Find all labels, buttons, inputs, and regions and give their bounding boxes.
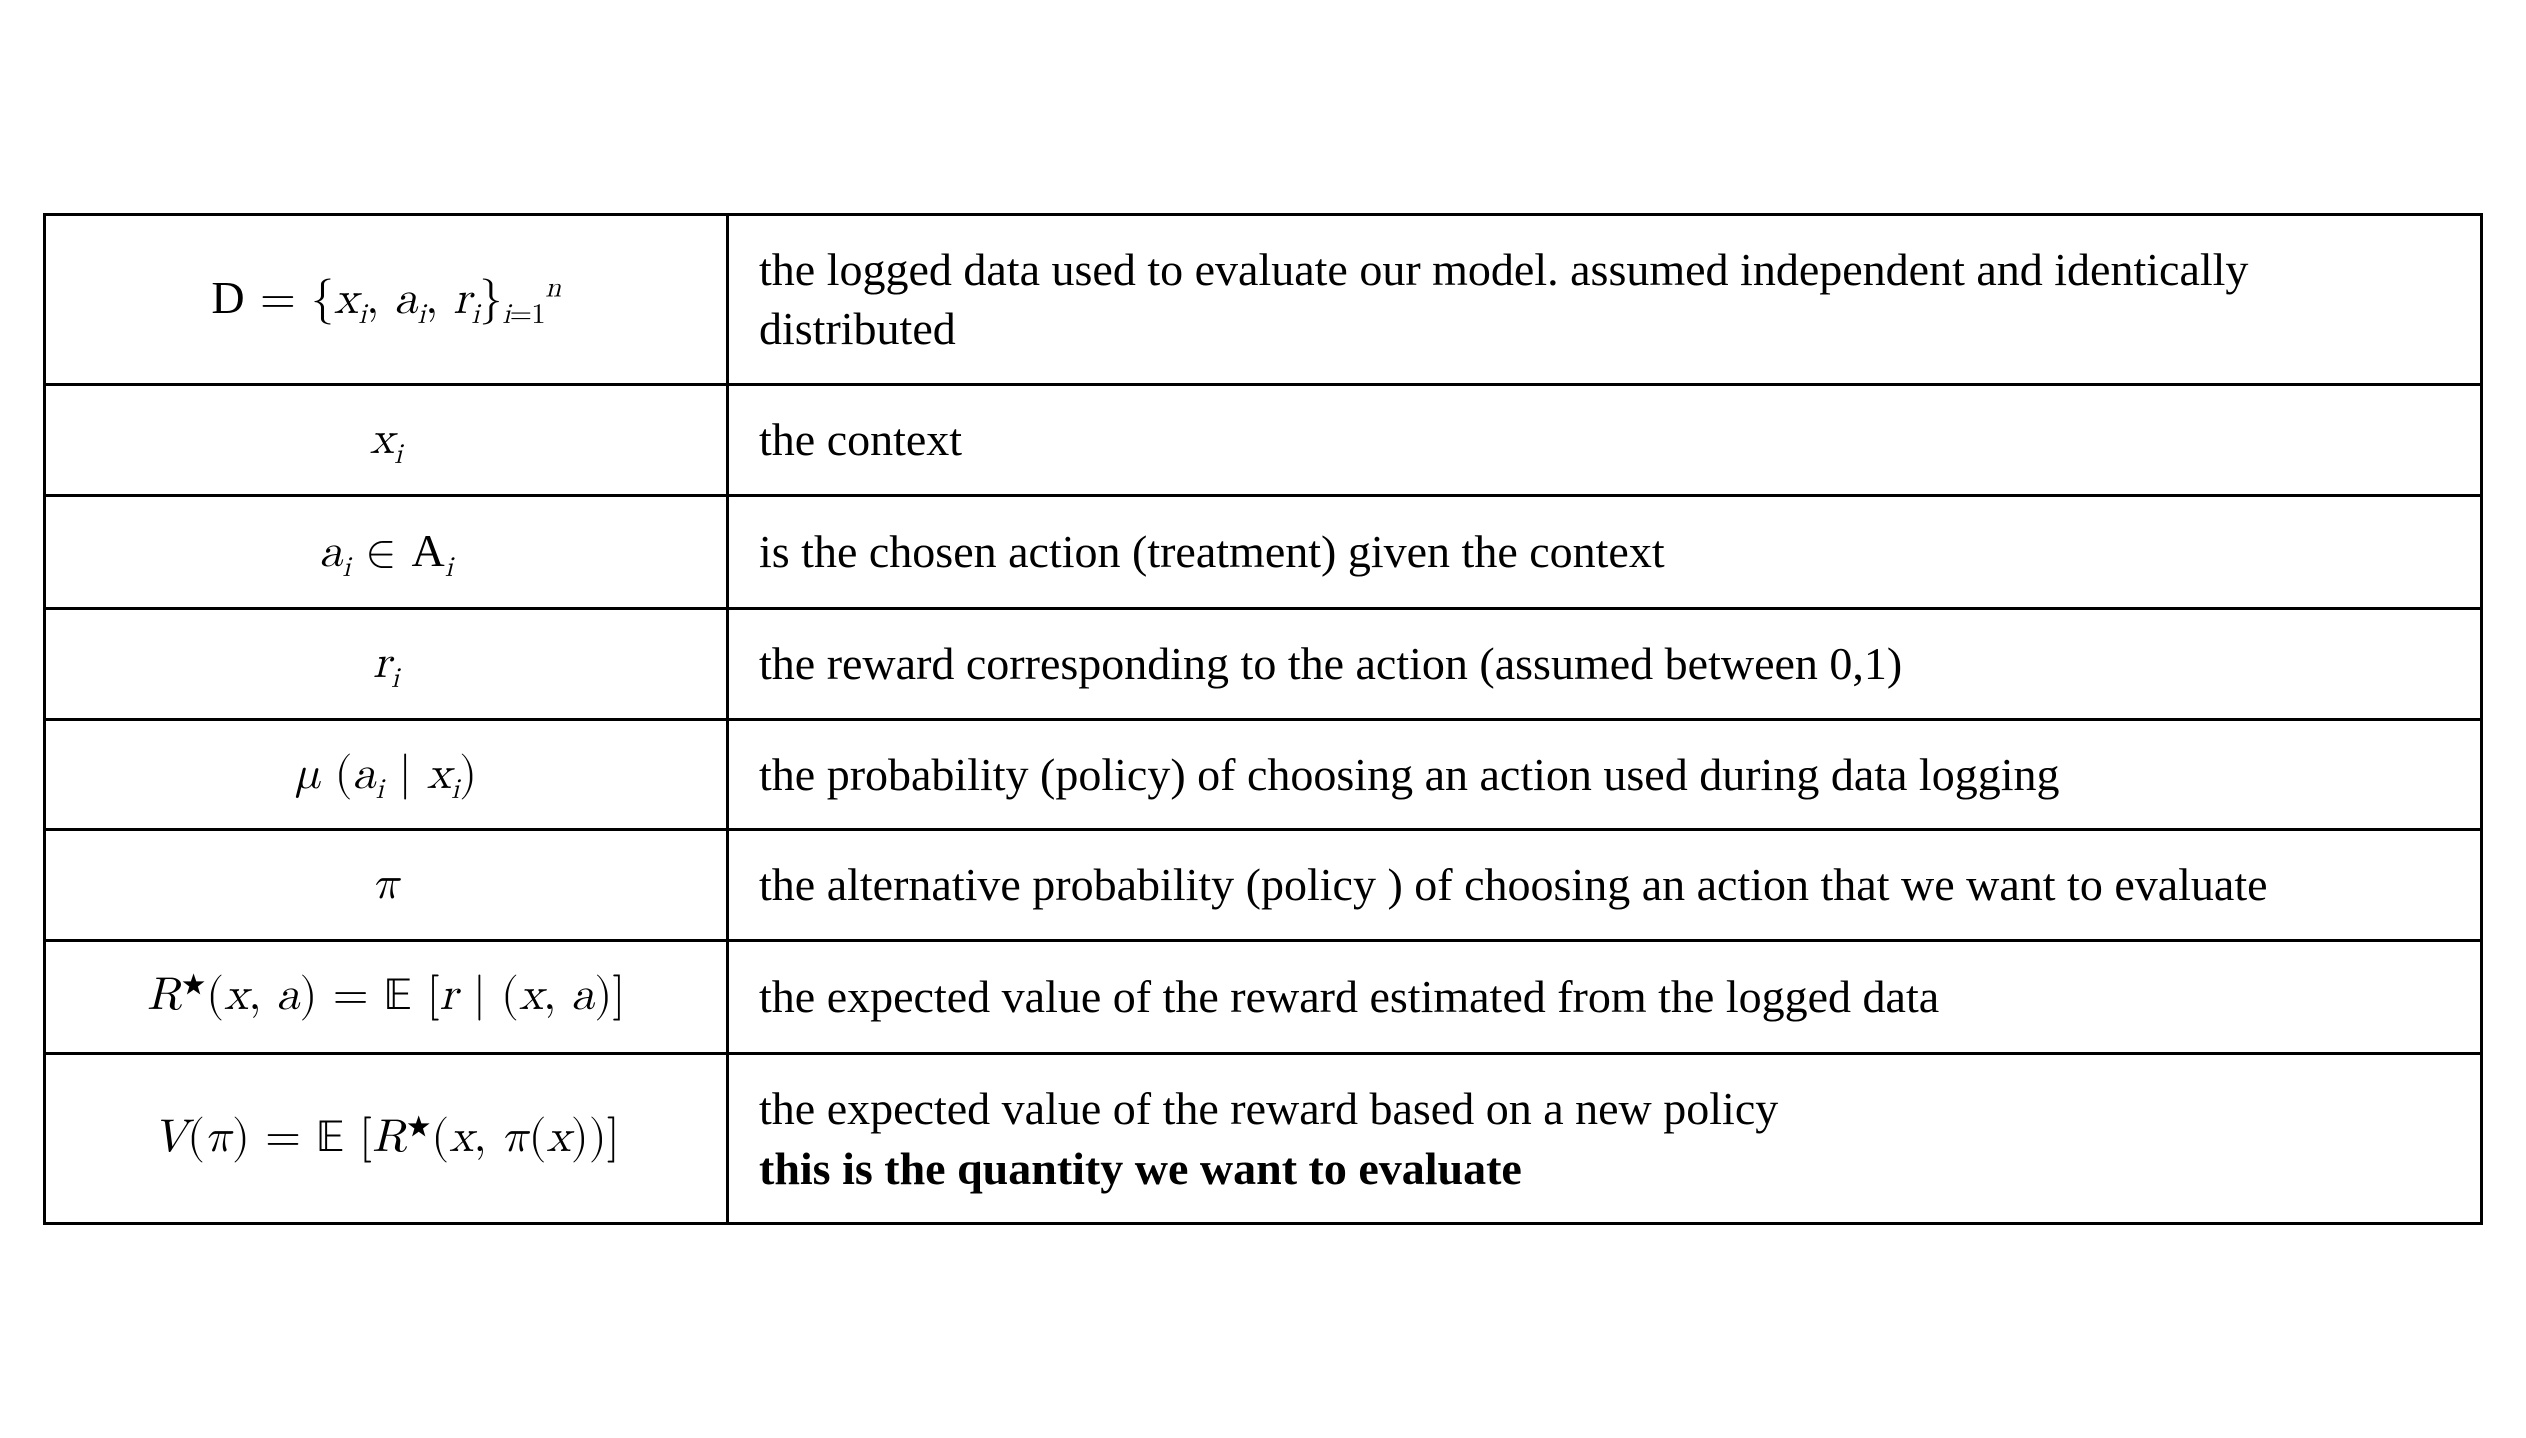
description-text: the expected value of the reward based o…	[759, 1083, 1778, 1134]
notation-table-body: D = {xi, ai, ri}i=1n the logged data used…	[45, 214, 2482, 1224]
symbol-cell: R★(x, a) = 𝔼 [r | (x, a)]	[45, 941, 728, 1054]
description-emphasis: this is the quantity we want to evaluate	[759, 1143, 1522, 1194]
table-row: xi the context	[45, 385, 2482, 496]
description-text: the logged data used to evaluate our mod…	[759, 244, 2248, 355]
table-row: ri the reward corresponding to the action…	[45, 608, 2482, 719]
description-cell: the context	[728, 385, 2482, 496]
notation-table: D = {xi, ai, ri}i=1n the logged data used…	[43, 213, 2483, 1226]
symbol-cell: D = {xi, ai, ri}i=1n	[45, 214, 728, 385]
description-cell: the reward corresponding to the action (…	[728, 608, 2482, 719]
symbol-cell: xi	[45, 385, 728, 496]
table-row: R★(x, a) = 𝔼 [r | (x, a)] the expected va…	[45, 941, 2482, 1054]
symbol-cell: μ (ai | xi)	[45, 719, 728, 830]
description-cell: the alternative probability (policy ) of…	[728, 830, 2482, 941]
table-row: μ (ai | xi) the probability (policy) of c…	[45, 719, 2482, 830]
description-cell: the expected value of the reward based o…	[728, 1053, 2482, 1224]
table-row: π the alternative probability (policy ) o…	[45, 830, 2482, 941]
description-cell: is the chosen action (treatment) given t…	[728, 495, 2482, 608]
symbol-cell: ri	[45, 608, 728, 719]
symbol-cell: ai ∈ Ai	[45, 495, 728, 608]
description-text: the alternative probability (policy ) of…	[759, 859, 2268, 910]
description-text: the reward corresponding to the action (…	[759, 638, 1902, 689]
table-row: D = {xi, ai, ri}i=1n the logged data used…	[45, 214, 2482, 385]
description-cell: the probability (policy) of choosing an …	[728, 719, 2482, 830]
description-text: the expected value of the reward estimat…	[759, 971, 1939, 1022]
description-cell: the logged data used to evaluate our mod…	[728, 214, 2482, 385]
table-row: V(π) = 𝔼 [R★(x, π(x))] the expected value…	[45, 1053, 2482, 1224]
symbol-cell: π	[45, 830, 728, 941]
description-text: the context	[759, 414, 962, 465]
description-cell: the expected value of the reward estimat…	[728, 941, 2482, 1054]
table-row: ai ∈ Ai is the chosen action (treatment) …	[45, 495, 2482, 608]
description-text: is the chosen action (treatment) given t…	[759, 526, 1665, 577]
symbol-cell: V(π) = 𝔼 [R★(x, π(x))]	[45, 1053, 728, 1224]
description-text: the probability (policy) of choosing an …	[759, 749, 2060, 800]
